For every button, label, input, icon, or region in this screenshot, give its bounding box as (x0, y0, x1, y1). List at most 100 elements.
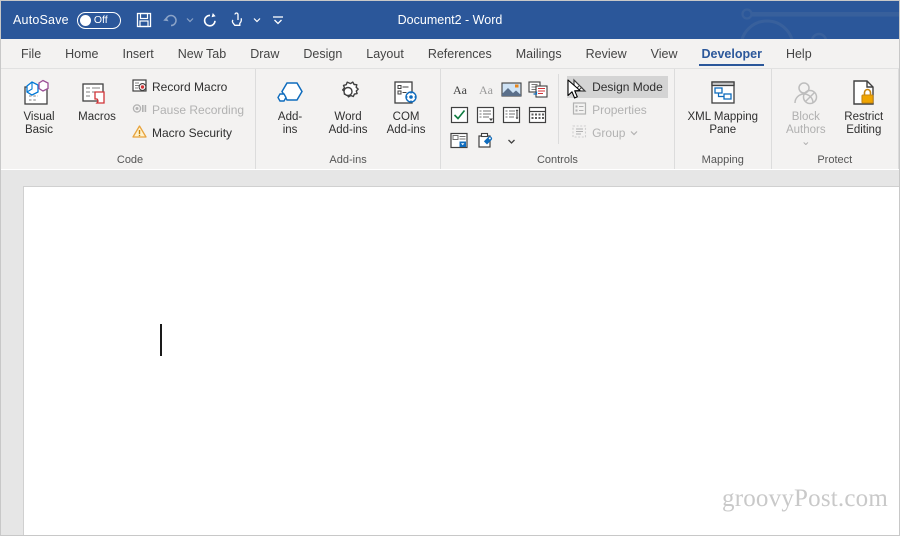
restrict-editing-label-bottom: Editing (846, 123, 882, 136)
save-button[interactable] (131, 7, 157, 33)
tab-label: Help (785, 46, 812, 61)
group-icon (572, 124, 587, 142)
undo-dropdown[interactable] (183, 7, 198, 33)
group-label-mapping: Mapping (701, 154, 744, 166)
quick-access-toolbar: AutoSave Off (1, 7, 291, 33)
text-cursor (160, 324, 162, 356)
watermark: groovyPost.com (722, 485, 888, 512)
mouse-pointer (567, 79, 583, 106)
title-bar: AutoSave Off Document2 - Word (1, 1, 899, 39)
legacy-tools-icon[interactable] (473, 129, 498, 153)
tab-view[interactable]: View (639, 39, 690, 68)
tab-references[interactable]: References (416, 39, 504, 68)
macro-security-button[interactable]: Macro Security (127, 122, 249, 144)
tab-design[interactable]: Design (291, 39, 354, 68)
plain-text-content-control-icon[interactable]: Aa (473, 77, 498, 101)
building-block-gallery-icon[interactable] (525, 77, 550, 101)
tab-label: File (21, 46, 42, 61)
com-add-ins-icon (390, 77, 422, 111)
properties-label: Properties (592, 103, 647, 117)
undo-button[interactable] (157, 7, 183, 33)
tab-help[interactable]: Help (774, 39, 824, 68)
record-macro-button[interactable]: Record Macro (127, 76, 249, 98)
group-label-add-ins: Add-ins (329, 154, 367, 166)
code-small-buttons: Record Macro Pause Recording Macro Secur… (127, 74, 249, 144)
combo-box-content-control-icon[interactable] (473, 103, 498, 127)
add-ins-label-bottom: ins (282, 123, 298, 136)
drop-down-list-content-control-icon[interactable] (499, 103, 524, 127)
macro-security-label: Macro Security (152, 126, 233, 140)
block-authors-button: Block Authors ⌄ (778, 74, 834, 152)
macro-security-icon (132, 124, 147, 142)
add-ins-label-top: Add- (277, 111, 303, 123)
tab-new-tab[interactable]: New Tab (166, 39, 238, 68)
check-box-content-control-icon[interactable] (447, 103, 472, 127)
customize-qat-button[interactable] (265, 7, 291, 33)
visual-basic-label-top: Visual (23, 111, 55, 123)
group-label: Group (592, 126, 626, 140)
tab-label: Review (585, 46, 627, 61)
repeating-section-content-control-icon[interactable] (447, 129, 472, 153)
document-area: groovyPost.com (1, 170, 899, 535)
redo-button[interactable] (198, 7, 224, 33)
tab-insert[interactable]: Insert (111, 39, 166, 68)
group-label-code: Code (116, 154, 144, 166)
restrict-editing-button[interactable]: Restrict Editing (836, 74, 892, 139)
xml-mapping-pane-label-top: XML Mapping (687, 111, 759, 123)
tab-home[interactable]: Home (53, 39, 110, 68)
autosave-knob (79, 14, 91, 26)
tab-draw[interactable]: Draw (238, 39, 291, 68)
tab-mailings[interactable]: Mailings (504, 39, 574, 68)
design-mode-label: Design Mode (592, 80, 663, 94)
tab-layout[interactable]: Layout (354, 39, 416, 68)
com-add-ins-label-bottom: Add-ins (386, 123, 426, 136)
svg-text:Aa: Aa (479, 83, 494, 97)
macros-icon (81, 77, 113, 111)
group-label-controls: Controls (536, 154, 578, 166)
rich-text-content-control-icon[interactable]: Aa (447, 77, 472, 101)
word-add-ins-button[interactable]: Word Add-ins (320, 74, 376, 139)
xml-mapping-pane-icon (708, 77, 738, 111)
xml-mapping-pane-button[interactable]: XML Mapping Pane (681, 74, 765, 139)
visual-basic-button[interactable]: Visual Basic (11, 74, 67, 139)
ribbon-tab-strip: File Home Insert New Tab Draw Design Lay… (1, 39, 899, 69)
autosave-toggle[interactable]: AutoSave Off (13, 11, 121, 29)
block-authors-label-bottom: Authors ⌄ (780, 124, 832, 149)
word-add-ins-label-top: Word (334, 111, 362, 123)
record-macro-label: Record Macro (152, 80, 228, 94)
tab-developer[interactable]: Developer (689, 39, 773, 68)
visual-basic-icon (23, 77, 55, 111)
xml-mapping-pane-label-bottom: Pane (709, 123, 737, 136)
tab-file[interactable]: File (9, 39, 53, 68)
tab-label: Mailings (515, 46, 562, 61)
add-ins-icon (274, 77, 306, 111)
date-picker-content-control-icon[interactable] (525, 103, 550, 127)
tab-label: References (427, 46, 492, 61)
ribbon-group-mapping: XML Mapping Pane Mapping (673, 69, 771, 169)
visual-basic-label-bottom: Basic (24, 123, 54, 136)
legacy-tools-dropdown-icon[interactable] (499, 129, 524, 153)
group-dropdown-icon[interactable] (630, 126, 638, 140)
pause-recording-label: Pause Recording (152, 103, 245, 117)
picture-content-control-icon[interactable] (499, 77, 524, 101)
group-button: Group (567, 122, 668, 144)
block-authors-icon (791, 77, 821, 111)
touch-mouse-dropdown[interactable] (250, 7, 265, 33)
tab-label: Developer (701, 46, 762, 61)
restrict-editing-label-top: Restrict (844, 111, 884, 123)
group-label-protect: Protect (817, 154, 853, 166)
touch-mouse-mode-button[interactable] (224, 7, 250, 33)
com-add-ins-button[interactable]: COM Add-ins (378, 74, 434, 139)
pause-recording-icon (132, 101, 147, 119)
add-ins-button[interactable]: Add- ins (262, 74, 318, 139)
macros-button[interactable]: Macros (69, 74, 125, 127)
com-add-ins-label-top: COM (392, 111, 420, 123)
tab-review[interactable]: Review (574, 39, 639, 68)
ribbon-group-controls: Aa Aa Design Mode Properties Group Contr… (440, 69, 674, 169)
autosave-label: AutoSave (13, 13, 69, 27)
tab-label: Insert (122, 46, 154, 61)
document-page[interactable]: groovyPost.com (23, 186, 899, 535)
block-authors-label-bottom-text: Authors (785, 123, 826, 136)
tab-label: Home (65, 46, 99, 61)
autosave-switch[interactable]: Off (76, 11, 121, 29)
